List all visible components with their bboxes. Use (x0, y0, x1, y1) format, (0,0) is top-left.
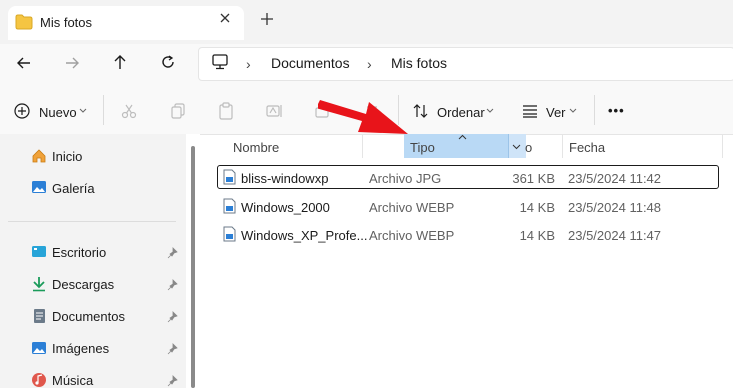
breadcrumb-separator: › (367, 56, 372, 72)
chevron-down-icon (79, 108, 87, 113)
breadcrumb-mis-fotos[interactable]: Mis fotos (391, 55, 447, 71)
column-header-size[interactable]: o (525, 140, 532, 155)
pin-icon[interactable] (167, 279, 179, 291)
folder-icon (15, 14, 33, 30)
annotation-arrow-icon (318, 100, 408, 134)
sidebar-item-label: Galería (52, 181, 95, 196)
plus-circle-icon (14, 103, 30, 119)
breadcrumb-separator: › (246, 56, 251, 72)
file-type: Archivo WEBP (369, 228, 455, 243)
back-arrow-icon[interactable] (16, 55, 32, 71)
sidebar-item-label: Escritorio (52, 245, 107, 260)
music-icon (32, 373, 46, 387)
view-list-icon (523, 105, 537, 118)
chevron-down-icon (569, 108, 577, 113)
column-header-type[interactable]: Tipo (410, 140, 435, 155)
sidebar-item-label: Documentos (52, 309, 125, 324)
computer-icon (212, 54, 228, 70)
pin-icon[interactable] (167, 247, 179, 259)
file-date: 23/5/2024 11:42 (568, 171, 662, 186)
column-header-date[interactable]: Fecha (569, 140, 605, 155)
copy-icon[interactable] (170, 103, 186, 119)
close-icon[interactable] (218, 11, 232, 25)
file-name: bliss-windowxp (241, 171, 329, 186)
sidebar-item-label: Música (52, 373, 94, 388)
file-size: 14 KB (519, 228, 555, 243)
file-name: Windows_2000 (241, 200, 330, 215)
pin-icon[interactable] (167, 311, 179, 323)
desktop-icon (32, 246, 46, 257)
chevron-down-icon (512, 144, 521, 150)
image-file-icon (223, 198, 236, 214)
plus-icon[interactable] (259, 11, 275, 27)
refresh-icon[interactable] (160, 54, 176, 70)
rename-icon[interactable] (266, 103, 284, 119)
column-separator[interactable] (722, 134, 723, 158)
sidebar-item-label: Imágenes (52, 341, 110, 356)
command-separator (594, 95, 595, 125)
command-separator (103, 95, 104, 125)
sort-ascending-icon (458, 134, 467, 140)
file-date: 23/5/2024 11:48 (568, 200, 662, 215)
file-size: 14 KB (519, 200, 555, 215)
file-type: Archivo JPG (369, 171, 442, 186)
home-icon (32, 149, 46, 163)
file-size: 361 KB (512, 171, 555, 186)
sidebar-scrollbar-thumb[interactable] (191, 146, 195, 388)
document-icon (34, 309, 45, 323)
cut-icon[interactable] (121, 103, 137, 119)
image-file-icon (223, 169, 236, 185)
file-name: Windows_XP_Profe... (241, 228, 368, 243)
view-button-label: Ver (546, 105, 566, 120)
tab-title: Mis fotos (40, 15, 93, 30)
file-date: 23/5/2024 11:47 (568, 228, 662, 243)
breadcrumb-documentos[interactable]: Documentos (271, 55, 350, 71)
column-header-name[interactable]: Nombre (233, 140, 279, 155)
up-arrow-icon[interactable] (112, 54, 128, 70)
pin-icon[interactable] (167, 375, 179, 387)
forward-arrow-icon[interactable] (64, 55, 80, 71)
sort-button-label: Ordenar (437, 105, 485, 120)
sidebar-item-label: Descargas (52, 277, 115, 292)
sidebar-divider (8, 221, 176, 222)
paste-icon[interactable] (218, 102, 234, 120)
column-separator[interactable] (562, 134, 563, 158)
image-file-icon (223, 226, 236, 242)
new-button-label: Nuevo (39, 105, 77, 120)
more-options-button[interactable]: ••• (608, 103, 625, 118)
download-icon (33, 277, 45, 292)
pin-icon[interactable] (167, 343, 179, 355)
sidebar-item-label: Inicio (52, 149, 83, 164)
sort-icon (413, 104, 428, 118)
gallery-icon (32, 181, 46, 193)
file-type: Archivo WEBP (369, 200, 455, 215)
chevron-down-icon (486, 108, 494, 113)
pictures-icon (32, 342, 46, 354)
